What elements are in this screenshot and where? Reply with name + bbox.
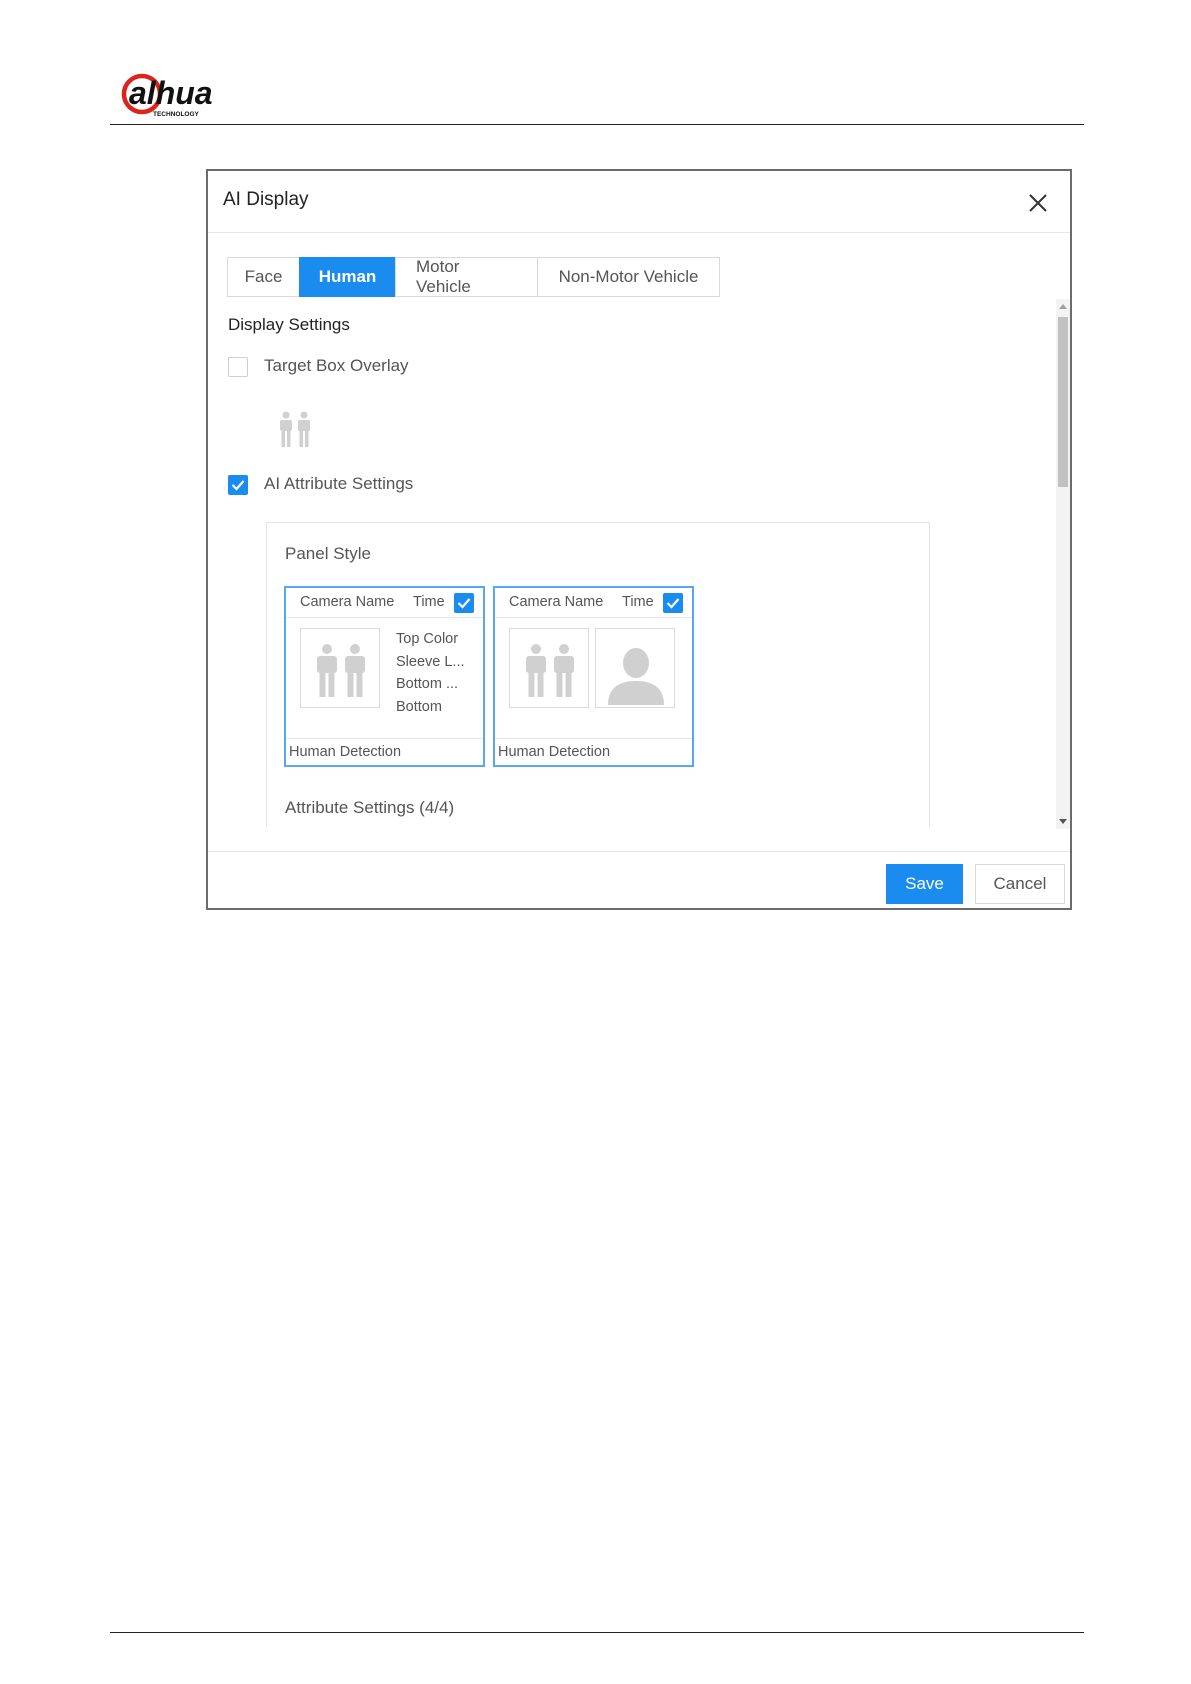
cancel-button[interactable]: Cancel [975,864,1065,904]
close-icon[interactable] [1026,191,1050,215]
ai-attribute-settings-label: AI Attribute Settings [264,474,414,493]
ai-attribute-panel: Panel Style Camera Name Time Top Color S… [266,522,930,827]
page-footer-rule [110,1632,1084,1633]
brand-logo: alhua TECHNOLOGY [121,70,262,118]
card-camera-name: Camera Name [300,594,395,610]
human-pair-icon [317,644,365,697]
category-tabs: Face Human Motor Vehicle Non-Motor Vehic… [227,257,720,297]
scroll-up-icon[interactable] [1059,304,1067,309]
card-footer-label: Human Detection [289,744,402,760]
tab-human[interactable]: Human [299,257,396,297]
checkmark-icon [231,480,245,491]
attribute-item: Top Color [396,631,459,647]
card-time: Time [622,594,654,610]
attribute-item: Bottom [396,698,442,715]
dialog-header: AI Display [208,171,1070,233]
portrait-thumbnail [595,628,675,708]
human-target-icon [278,411,312,451]
attribute-item: Bottom ... [396,676,459,692]
card-time: Time [413,594,445,610]
tab-non-motor-vehicle[interactable]: Non-Motor Vehicle [537,257,720,297]
checkmark-icon [666,598,680,609]
card-header: Camera Name Time [286,588,483,618]
dialog-title: AI Display [223,189,309,210]
dialog-content: Display Settings Target Box Overlay AI A… [208,297,1056,827]
card-select-checkbox[interactable] [454,593,474,613]
logo-subtitle: TECHNOLOGY [153,111,200,118]
human-thumbnail [300,628,380,708]
ai-attribute-settings-checkbox[interactable] [228,475,248,495]
tab-motor-vehicle[interactable]: Motor Vehicle [395,257,538,297]
card-header: Camera Name Time [495,588,692,618]
content-scrollbar[interactable] [1056,299,1070,829]
human-pair-icon [526,644,574,697]
card-footer: Human Detection [286,738,483,765]
tab-face[interactable]: Face [227,257,300,297]
panel-style-card-attributes[interactable]: Camera Name Time Top Color Sleeve L... B… [284,586,485,767]
dahua-logo-icon: alhua TECHNOLOGY [121,73,213,118]
panel-style-card-portrait[interactable]: Camera Name Time Human Detection [493,586,694,767]
card-footer: Human Detection [495,738,692,765]
save-button[interactable]: Save [886,864,963,904]
target-box-overlay-checkbox[interactable] [228,357,248,377]
ai-display-dialog: AI Display Face Human Motor Vehicle Non-… [206,169,1072,910]
card-footer-label: Human Detection [498,744,611,760]
target-box-overlay-label: Target Box Overlay [264,356,409,375]
scroll-down-icon[interactable] [1059,819,1067,824]
checkmark-icon [457,598,471,609]
human-thumbnail [509,628,589,708]
display-settings-title: Display Settings [228,315,350,334]
card-select-checkbox[interactable] [663,593,683,613]
panel-style-label: Panel Style [285,544,371,563]
person-silhouette-icon [608,648,664,705]
logo-letter: alhua [129,75,213,111]
card-camera-name: Camera Name [509,594,604,610]
attribute-item: Sleeve L... [396,653,465,670]
attribute-list: Top Color Sleeve L... Bottom ... Bottom [396,628,465,718]
attribute-settings-count: Attribute Settings (4/4) [285,798,455,817]
dialog-footer: Save Cancel [208,851,1070,908]
scroll-thumb[interactable] [1058,317,1068,487]
page-header-rule [110,124,1084,125]
